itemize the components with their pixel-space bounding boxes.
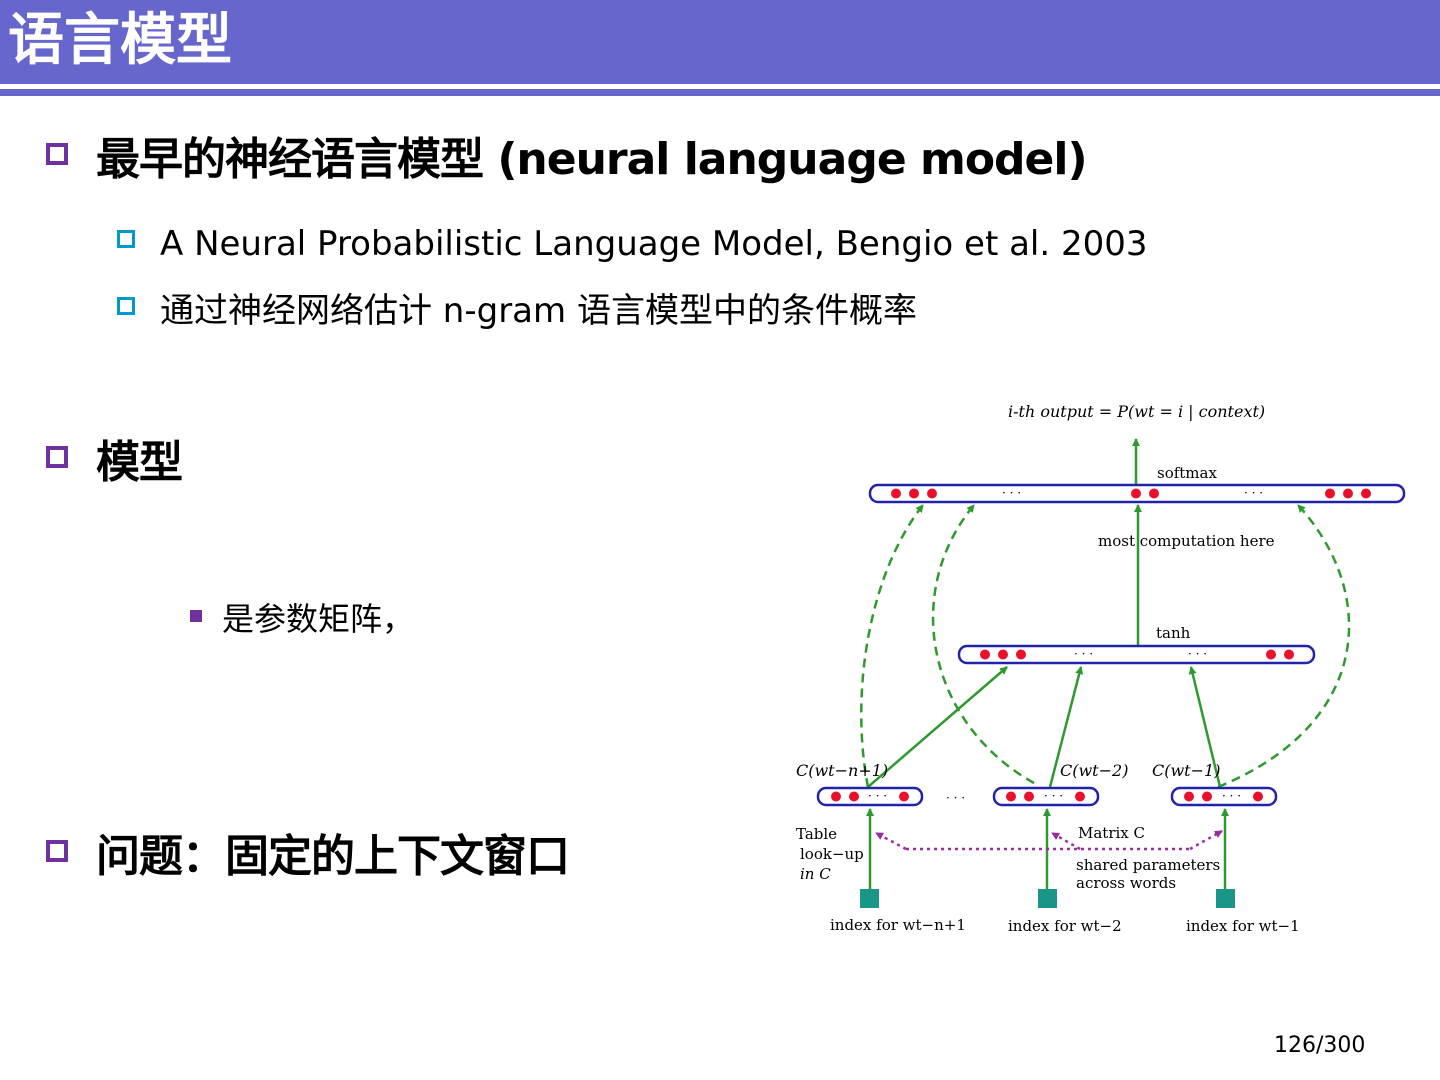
shared-parameter-lines <box>875 829 1223 851</box>
context-node <box>1202 791 1212 802</box>
softmax-node <box>1361 488 1371 499</box>
shared-parameter-line <box>875 831 907 851</box>
between-context-ellipsis: · · · <box>946 791 965 805</box>
shared-label-2: across words <box>1076 874 1176 892</box>
softmax-node <box>891 488 901 499</box>
context-node <box>1253 791 1263 802</box>
small-square-bullet-icon <box>190 610 202 622</box>
index-label-3: index for wt−1 <box>1186 917 1300 935</box>
computation-label: most computation here <box>1098 532 1275 550</box>
context-ellipsis-3: · · · <box>1222 789 1241 803</box>
context-to-hidden-arrow <box>867 666 1008 788</box>
softmax-node <box>1131 488 1141 499</box>
context-label-2: C(wt−2) <box>1060 761 1128 780</box>
index-input <box>1216 889 1235 908</box>
index-input <box>1038 889 1057 908</box>
table-label-2: look−up <box>800 845 864 863</box>
softmax-node <box>927 488 937 499</box>
context-label-3: C(wt−1) <box>1152 761 1220 780</box>
softmax-label: softmax <box>1157 464 1217 482</box>
context-node <box>1184 791 1194 802</box>
tanh-node <box>1266 649 1276 660</box>
output-label: i-th output = P(wt = i | context) <box>1008 402 1265 421</box>
tanh-label: tanh <box>1156 624 1191 642</box>
tanh-node <box>1284 649 1294 660</box>
softmax-node <box>1343 488 1353 499</box>
square-bullet-icon <box>46 143 68 165</box>
context-ellipsis-1: · · · <box>868 789 887 803</box>
bullet-neural-lm: 最早的神经语言模型 (neural language model) <box>96 134 1088 185</box>
context-node <box>899 791 909 802</box>
square-bullet-icon <box>46 840 68 862</box>
context-node <box>831 791 841 802</box>
slide-title: 语言模型 <box>8 8 232 73</box>
skip-connection <box>860 504 924 788</box>
bullet-problem: 问题：固定的上下文窗口 <box>96 831 570 882</box>
tanh-node <box>1016 649 1026 660</box>
square-bullet-icon <box>46 446 68 468</box>
index-inputs <box>860 889 1235 908</box>
tanh-layer-box <box>957 644 1316 665</box>
title-underline <box>0 89 1440 96</box>
sub-bullet-param-matrix: 是参数矩阵， <box>222 600 415 638</box>
sub-bullet-ngram: 通过神经网络估计 n-gram 语言模型中的条件概率 <box>160 291 917 331</box>
neural-lm-diagram: i-th output = P(wt = i | context) softma… <box>796 402 1406 935</box>
context-ellipsis-2: · · · <box>1044 789 1063 803</box>
tanh-node <box>998 649 1008 660</box>
index-label-1: index for wt−n+1 <box>830 916 966 934</box>
index-input <box>860 889 879 908</box>
softmax-node <box>1325 488 1335 499</box>
softmax-ellipsis-2: · · · <box>1244 486 1263 500</box>
softmax-node <box>909 488 919 499</box>
skip-connection <box>931 504 1035 785</box>
shared-parameter-line <box>1051 831 1081 851</box>
square-bullet-icon <box>117 297 135 315</box>
softmax-node <box>1149 488 1159 499</box>
tanh-ellipsis-2: · · · <box>1188 647 1207 661</box>
table-label-1: Table <box>796 825 837 843</box>
shared-parameter-line <box>1189 829 1223 851</box>
tanh-node <box>980 649 990 660</box>
bullet-model: 模型 <box>96 437 183 488</box>
softmax-ellipsis-1: · · · <box>1002 486 1021 500</box>
tanh-ellipsis-1: · · · <box>1074 647 1093 661</box>
index-label-2: index for wt−2 <box>1008 917 1122 935</box>
shared-label-1: shared parameters <box>1076 856 1220 874</box>
context-node <box>1075 791 1085 802</box>
context-node <box>849 791 859 802</box>
page-number: 126/300 <box>1274 1033 1366 1058</box>
context-node <box>1024 791 1034 802</box>
matrix-label: Matrix C <box>1078 824 1145 842</box>
context-node <box>1006 791 1016 802</box>
table-label-3: in C <box>800 865 831 883</box>
context-label-1: C(wt−n+1) <box>796 761 888 780</box>
sub-bullet-paper: A Neural Probabilistic Language Model, B… <box>160 224 1148 264</box>
square-bullet-icon <box>117 230 135 248</box>
